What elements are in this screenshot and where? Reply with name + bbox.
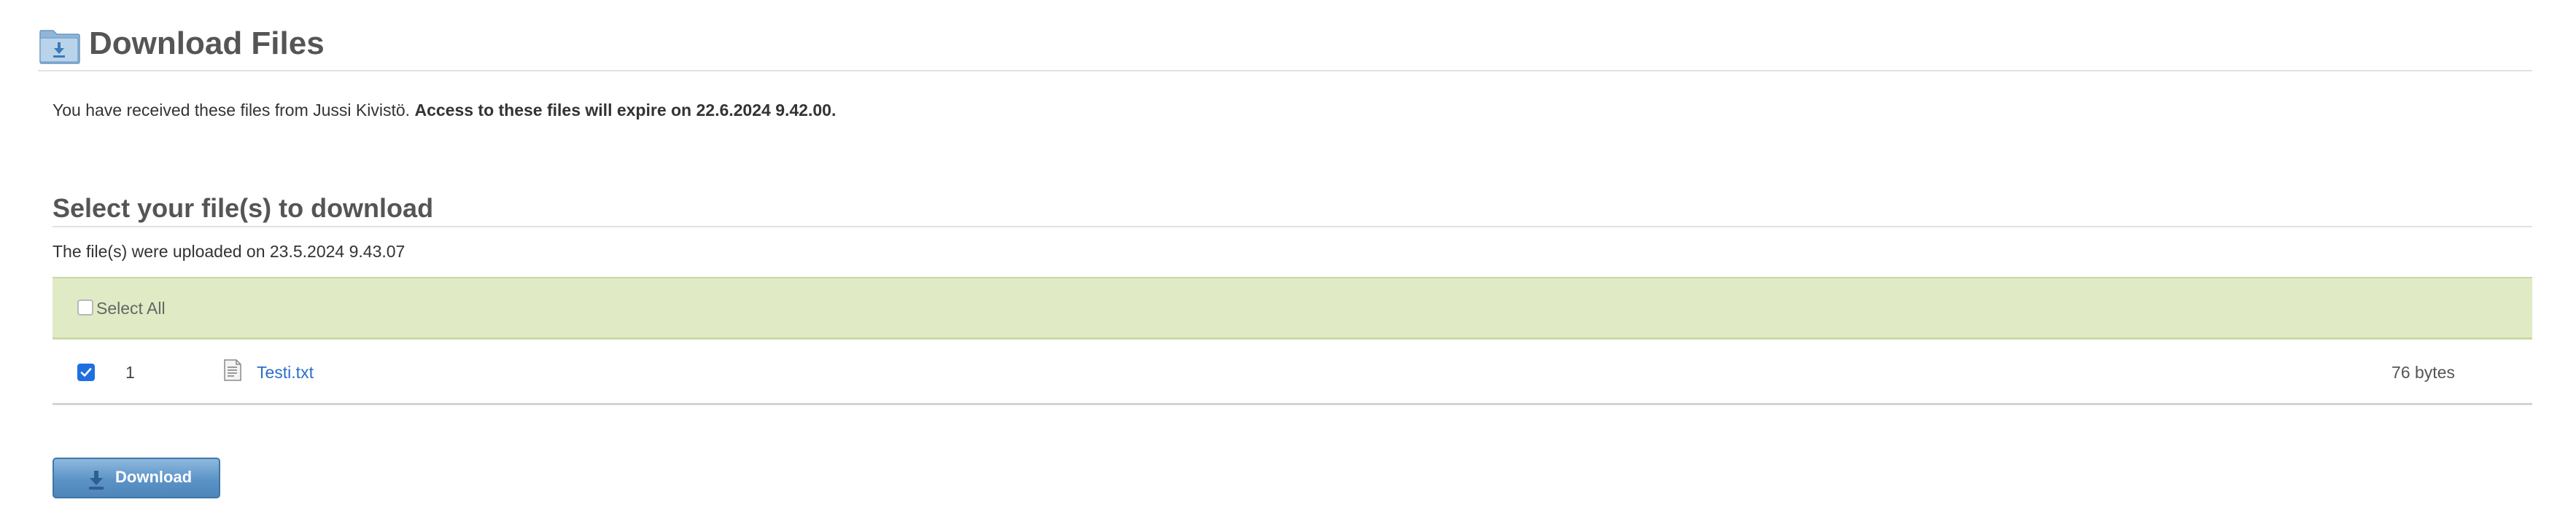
select-all-checkbox[interactable] (77, 299, 93, 316)
download-arrow-icon (86, 469, 106, 491)
download-page: Download Files You have received these f… (0, 0, 2576, 529)
file-name-link[interactable]: Testi.txt (257, 361, 314, 383)
expiry-text: Access to these files will expire on 22.… (414, 101, 837, 119)
download-button-label: Download (115, 468, 193, 486)
file-size: 76 bytes (2391, 363, 2455, 382)
sender-text: You have received these files from Jussi… (53, 101, 415, 119)
file-index: 1 (125, 363, 135, 382)
folder-download-icon (38, 25, 80, 64)
select-all-label[interactable]: Select All (96, 297, 166, 319)
select-all-bar: Select All (53, 277, 2532, 340)
table-row: 1 Testi.txt 76 bytes (53, 341, 2532, 405)
select-section-header: Select your file(s) to download (53, 189, 2532, 227)
checkmark-icon (80, 368, 92, 377)
page-header: Download Files (38, 22, 2532, 71)
text-file-icon (223, 358, 242, 382)
sender-notice: You have received these files from Jussi… (53, 99, 836, 121)
download-button[interactable]: Download (53, 458, 220, 498)
section-title: Select your file(s) to download (53, 193, 434, 223)
upload-date-text: The file(s) were uploaded on 23.5.2024 9… (53, 242, 406, 261)
page-title: Download Files (89, 26, 325, 61)
file-checkbox[interactable] (77, 364, 95, 381)
